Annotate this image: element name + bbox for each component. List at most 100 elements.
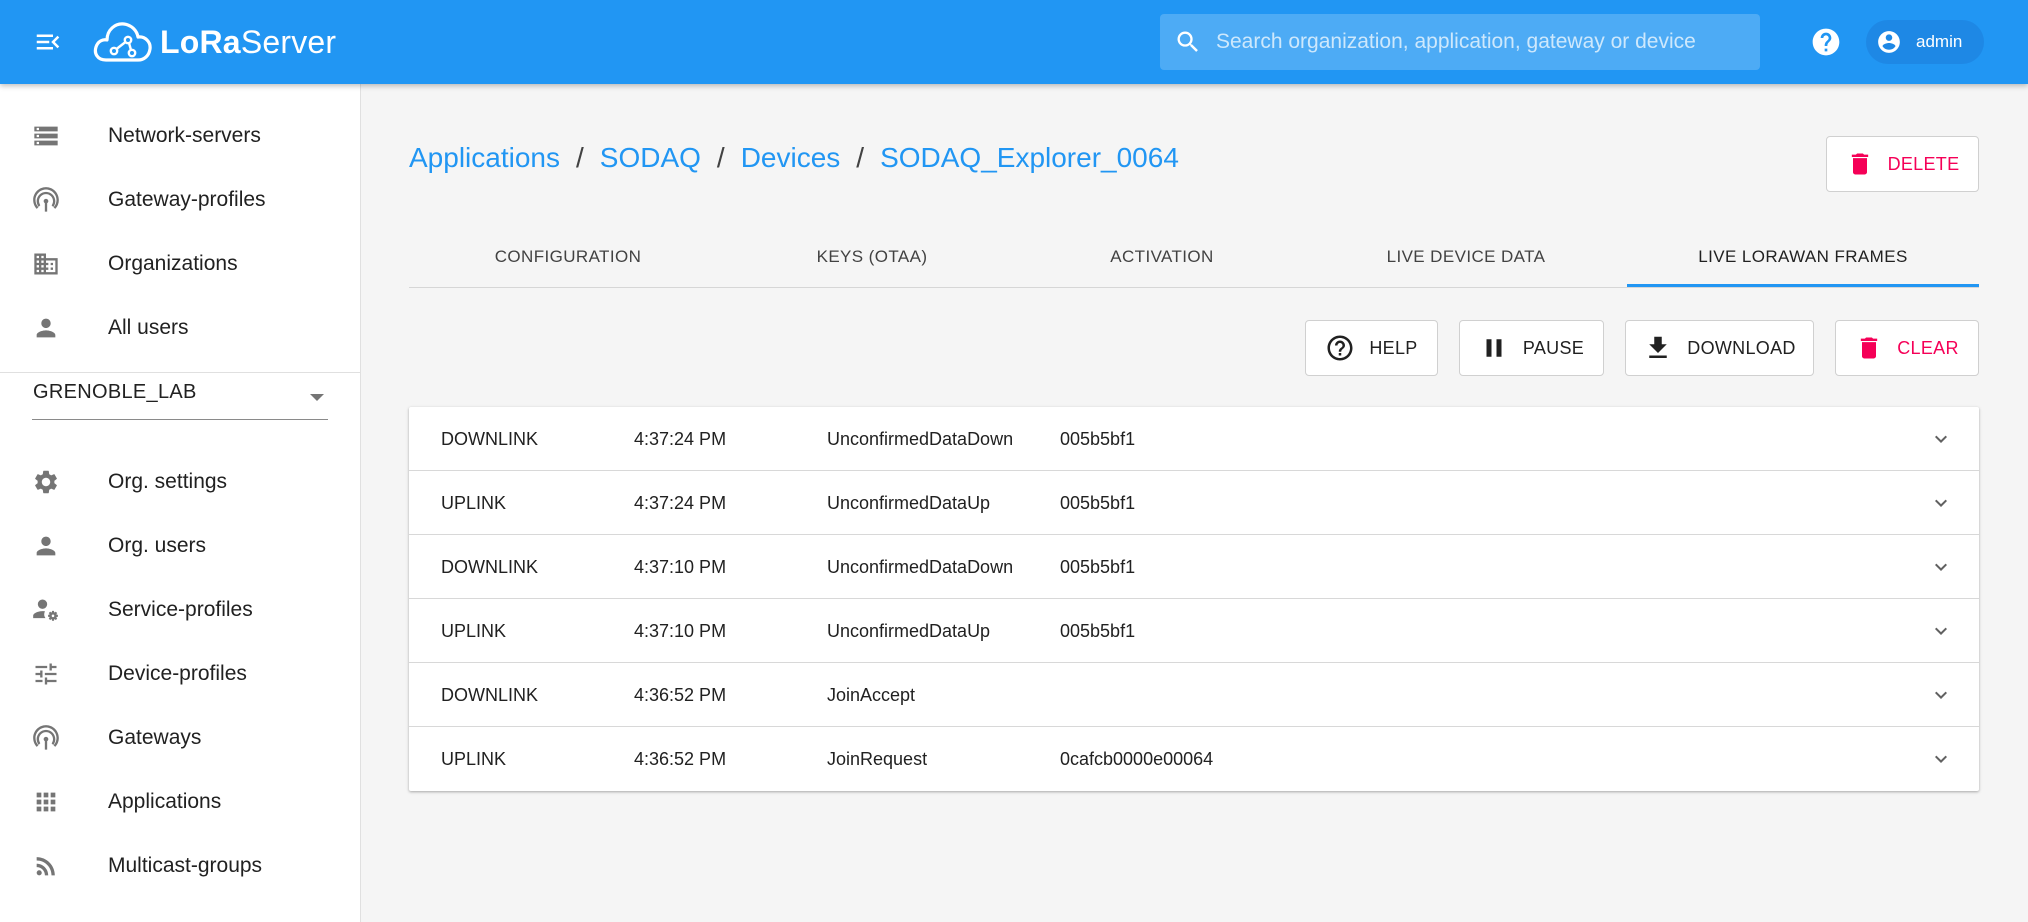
frame-time: 4:36:52 PM (634, 685, 727, 705)
search-icon (1160, 14, 1216, 70)
sidebar-item-label: Organizations (108, 252, 238, 275)
sidebar-item-org-users[interactable]: Org. users (0, 514, 360, 578)
person-icon (32, 532, 60, 560)
person-icon (32, 314, 60, 342)
tab-keys-otaa[interactable]: KEYS (OTAA) (727, 226, 1017, 287)
collapse-drawer-button[interactable] (26, 20, 70, 64)
frame-row[interactable]: DOWNLINK 4:37:24 PM UnconfirmedDataDown … (409, 407, 1979, 471)
tune-icon (32, 660, 60, 688)
breadcrumb-devices[interactable]: Devices (741, 142, 841, 174)
antenna-icon (32, 186, 60, 214)
help-circle-icon (1812, 28, 1840, 56)
frame-mtype: UnconfirmedDataUp (827, 493, 991, 513)
download-icon (1643, 333, 1673, 363)
sidebar-item-gateway-profiles[interactable]: Gateway-profiles (0, 168, 360, 232)
pause-icon (1479, 333, 1509, 363)
sidebar-item-organizations[interactable]: Organizations (0, 232, 360, 296)
app-bar: LoRaServer admin (0, 0, 2028, 84)
gear-icon (32, 468, 60, 496)
breadcrumb-separator: / (856, 142, 865, 173)
expand-more-icon[interactable] (1929, 491, 1953, 515)
sidebar-divider (0, 372, 360, 373)
clear-button[interactable]: CLEAR (1835, 320, 1979, 376)
frame-mtype: UnconfirmedDataUp (827, 621, 991, 641)
sidebar-item-label: Org. users (108, 534, 207, 557)
breadcrumb-applications[interactable]: Applications (409, 142, 560, 174)
breadcrumb-application[interactable]: SODAQ (600, 142, 701, 174)
sidebar-item-label: All users (108, 316, 189, 339)
frame-mtype: UnconfirmedDataDown (827, 429, 1014, 449)
sidebar-item-gateways[interactable]: Gateways (0, 706, 360, 770)
frame-direction: UPLINK (441, 621, 507, 641)
sidebar-item-label: Org. settings (108, 470, 228, 493)
frame-dev-addr: 0cafcb0000e00064 (1060, 749, 1214, 769)
menu-open-icon (36, 34, 60, 50)
global-search[interactable] (1160, 14, 1760, 70)
pause-button[interactable]: PAUSE (1459, 320, 1604, 376)
sidebar-item-label: Gateway-profiles (108, 188, 266, 211)
pause-button-label: PAUSE (1522, 337, 1585, 358)
sidebar-item-network-servers[interactable]: Network-servers (0, 104, 360, 168)
frame-row[interactable]: UPLINK 4:37:10 PM UnconfirmedDataUp 005b… (409, 599, 1979, 663)
frame-dev-addr: 005b5bf1 (1060, 429, 1136, 449)
frame-time: 4:37:10 PM (634, 621, 727, 641)
sidebar-item-applications[interactable]: Applications (0, 770, 360, 834)
sidebar-item-all-users[interactable]: All users (0, 296, 360, 360)
cloud-network-icon (93, 22, 152, 62)
sidebar-item-label: Network-servers (108, 124, 261, 147)
breadcrumb-separator: / (575, 142, 584, 173)
frame-time: 4:37:24 PM (634, 493, 727, 513)
expand-more-icon[interactable] (1929, 619, 1953, 643)
sidebar-item-label: Applications (108, 790, 222, 813)
trash-icon (1846, 150, 1874, 178)
help-button[interactable]: HELP (1305, 320, 1438, 376)
frame-mtype: JoinRequest (827, 749, 928, 769)
frame-time: 4:36:52 PM (634, 749, 727, 769)
sidebar-item-multicast-groups[interactable]: Multicast-groups (0, 834, 360, 898)
user-menu-button[interactable]: admin (1866, 20, 1984, 64)
expand-more-icon[interactable] (1929, 427, 1953, 451)
delete-device-button[interactable]: DELETE (1826, 136, 1979, 192)
frame-direction: DOWNLINK (441, 557, 539, 577)
frame-row[interactable]: DOWNLINK 4:37:10 PM UnconfirmedDataDown … (409, 535, 1979, 599)
sidebar-item-label: Multicast-groups (108, 854, 263, 877)
frame-row[interactable]: UPLINK 4:37:24 PM UnconfirmedDataUp 005b… (409, 471, 1979, 535)
tab-activation[interactable]: ACTIVATION (1017, 226, 1307, 287)
frame-direction: DOWNLINK (441, 685, 539, 705)
download-button-label: DOWNLOAD (1687, 337, 1796, 358)
breadcrumb-device[interactable]: SODAQ_Explorer_0064 (880, 142, 1179, 174)
expand-more-icon[interactable] (1929, 555, 1953, 579)
help-button-label: HELP (1369, 337, 1418, 358)
frame-dev-addr: 005b5bf1 (1060, 493, 1136, 513)
download-button[interactable]: DOWNLOAD (1625, 320, 1814, 376)
tab-live-lorawan-frames[interactable]: LIVE LORAWAN FRAMES (1627, 226, 1979, 287)
rss-icon (32, 852, 60, 880)
sidebar-item-device-profiles[interactable]: Device-profiles (0, 642, 360, 706)
frame-time: 4:37:10 PM (634, 557, 727, 577)
frame-mtype: UnconfirmedDataDown (827, 557, 1014, 577)
app-logo[interactable]: LoRaServer (92, 14, 336, 70)
organization-select-value: GRENOBLE_LAB (33, 381, 197, 403)
sidebar-item-org-settings[interactable]: Org. settings (0, 450, 360, 514)
tab-configuration[interactable]: CONFIGURATION (409, 226, 727, 287)
app-logo-text: LoRaServer (160, 23, 337, 60)
device-tabs: CONFIGURATION KEYS (OTAA) ACTIVATION LIV… (409, 226, 1979, 288)
expand-more-icon[interactable] (1929, 683, 1953, 707)
tab-live-device-data[interactable]: LIVE DEVICE DATA (1307, 226, 1625, 287)
search-input[interactable] (1216, 30, 1760, 54)
frame-time: 4:37:24 PM (634, 429, 727, 449)
delete-button-label: DELETE (1887, 153, 1960, 174)
frame-dev-addr: 005b5bf1 (1060, 621, 1136, 641)
frame-row[interactable]: UPLINK 4:36:52 PM JoinRequest 0cafcb0000… (409, 727, 1979, 791)
clear-button-label: CLEAR (1897, 337, 1959, 358)
account-circle-icon (1878, 31, 1900, 53)
help-button[interactable] (1804, 20, 1848, 64)
frame-direction: UPLINK (441, 749, 507, 769)
sidebar-item-label: Gateways (108, 726, 202, 749)
sidebar-item-service-profiles[interactable]: Service-profiles (0, 578, 360, 642)
organization-select[interactable]: GRENOBLE_LAB (32, 374, 328, 420)
sidebar-item-label: Device-profiles (108, 662, 247, 685)
frame-row[interactable]: DOWNLINK 4:36:52 PM JoinAccept (409, 663, 1979, 727)
expand-more-icon[interactable] (1929, 747, 1953, 771)
antenna-icon (32, 724, 60, 752)
